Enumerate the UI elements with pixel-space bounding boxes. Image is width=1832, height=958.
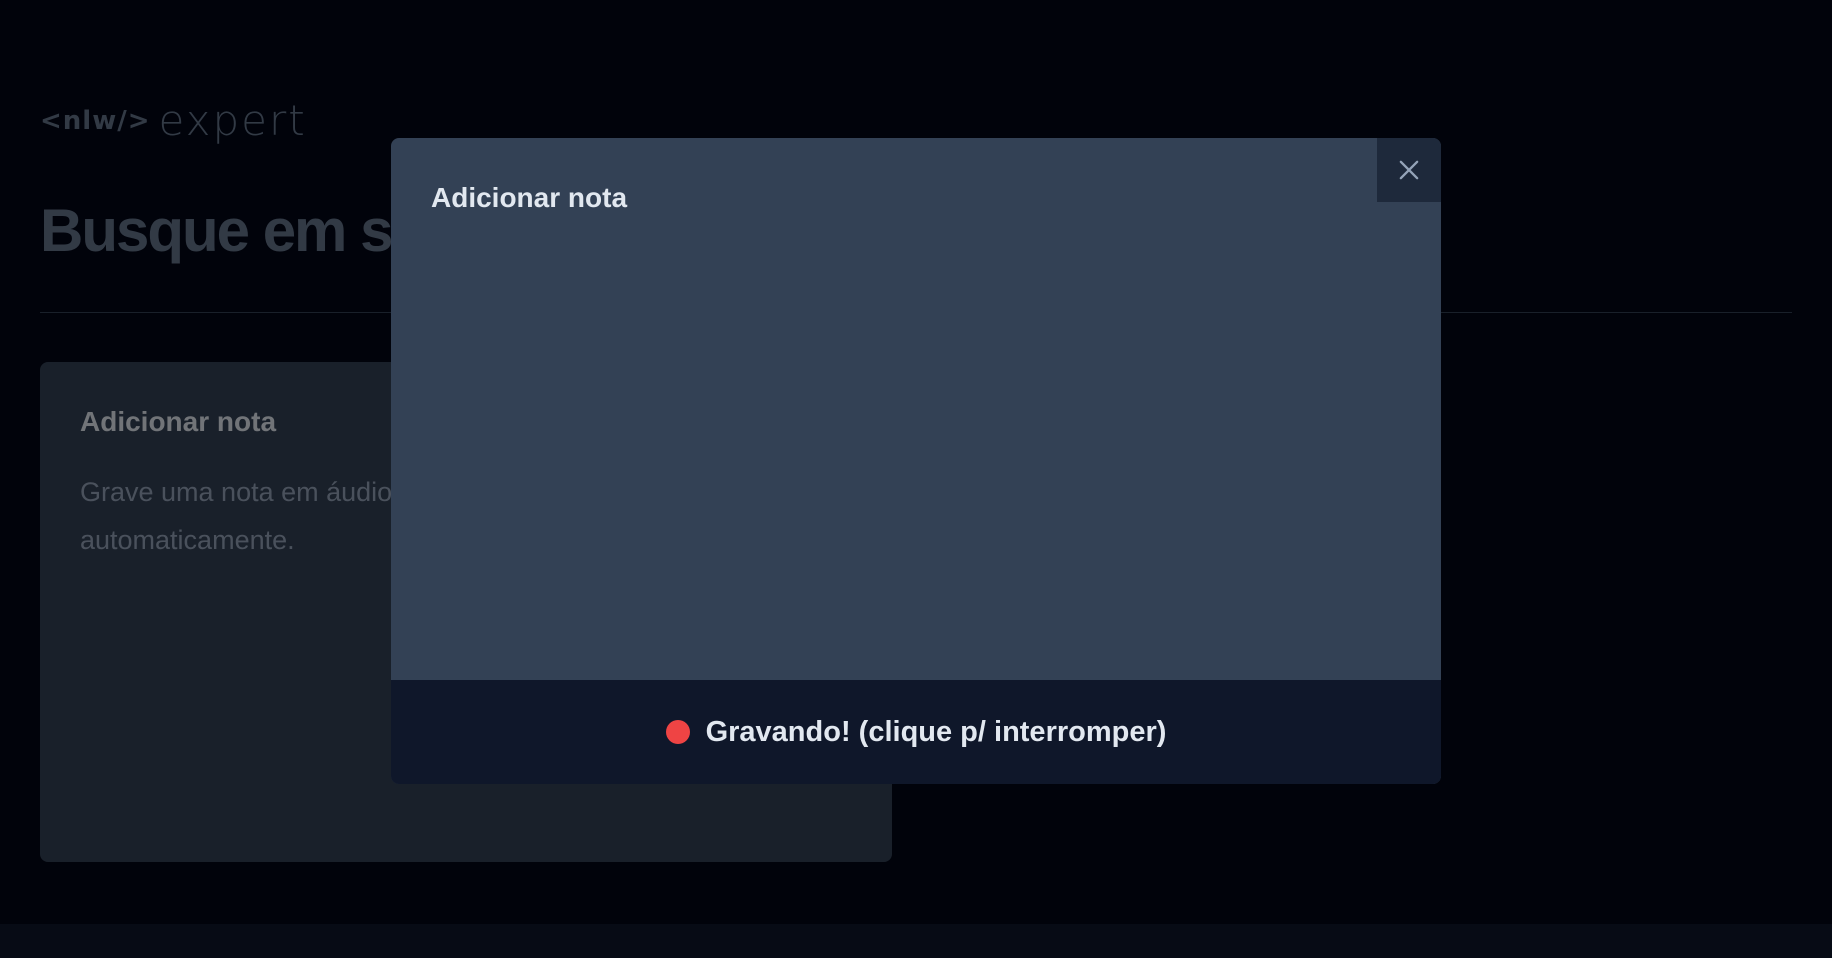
stop-recording-button[interactable]: Gravando! (clique p/ interromper) (391, 680, 1441, 784)
recording-indicator-icon (665, 720, 690, 744)
modal-body: Adicionar nota (391, 138, 1441, 680)
close-icon (1399, 160, 1419, 180)
add-note-modal: Adicionar nota Gravando! (clique p/ inte… (391, 138, 1441, 784)
close-button[interactable] (1377, 138, 1441, 202)
recording-label: Gravando! (clique p/ interromper) (705, 715, 1167, 748)
modal-title: Adicionar nota (431, 182, 628, 213)
